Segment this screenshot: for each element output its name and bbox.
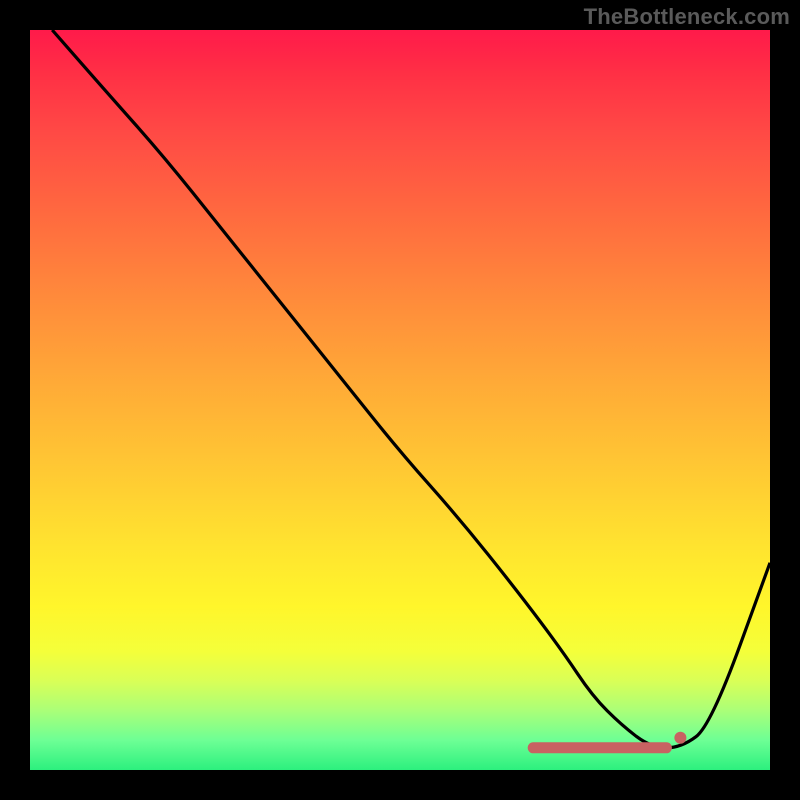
chart-stage: TheBottleneck.com xyxy=(0,0,800,800)
watermark-text: TheBottleneck.com xyxy=(584,4,790,30)
gradient-plot-area xyxy=(30,30,770,770)
